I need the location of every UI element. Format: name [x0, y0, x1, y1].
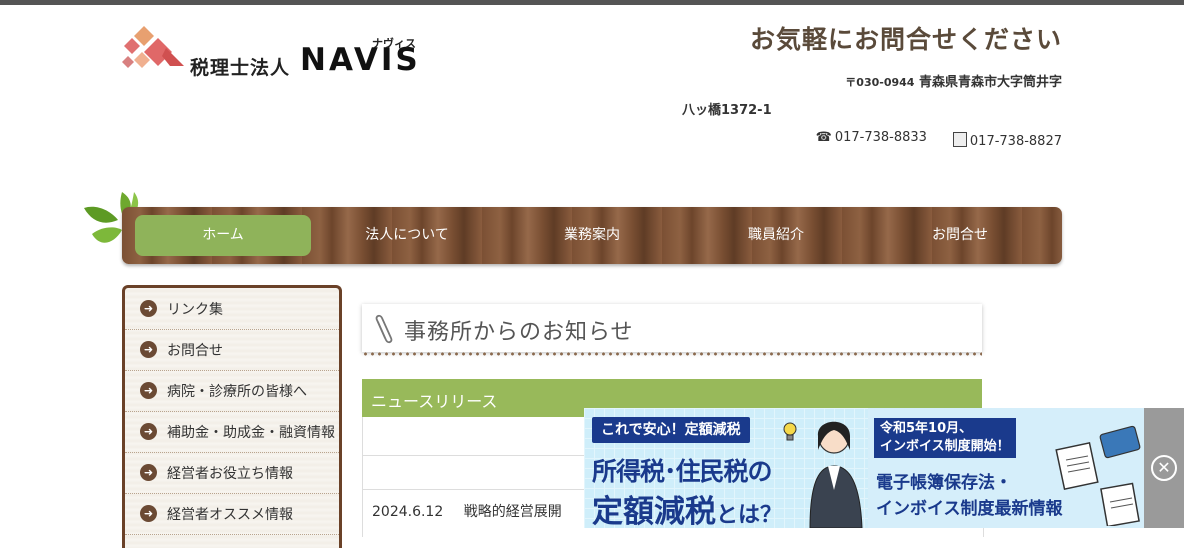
sidebar-item-label: 補助金・助成金・融資情報 — [167, 424, 335, 441]
fax-icon — [952, 132, 967, 147]
phone-icon: ☎ — [815, 130, 832, 145]
logo-firm-type: 税理士法人 — [190, 57, 291, 79]
sidebar-item-label: 経営者お役立ち情報 — [167, 465, 293, 482]
banner-headline-2: 定額減税とは？ — [592, 486, 782, 528]
notice-title: 事務所からのお知らせ — [404, 320, 634, 345]
nav-home[interactable]: ホーム — [135, 215, 311, 256]
main-nav: ホーム 法人について 業務案内 職員紹介 お問合せ — [122, 207, 1062, 264]
ad-banner[interactable]: これで安心！定額減税 所得税･住民税の 定額減税とは？ 令和5年10月、 インボ… — [584, 408, 1184, 528]
arrow-right-icon: ➜ — [140, 464, 157, 481]
nav-staff[interactable]: 職員紹介 — [688, 215, 864, 256]
tel-text: 017-738-8833 — [834, 130, 927, 145]
sidebar-item-subsidies[interactable]: ➜ 補助金・助成金・融資情報 — [125, 411, 339, 453]
arrow-right-icon: ➜ — [140, 300, 157, 317]
close-icon[interactable]: ✕ — [1151, 455, 1177, 481]
notice-heading-box: 事務所からのお知らせ — [362, 304, 982, 352]
banner-invoice-line-2: インボイス制度最新情報 — [876, 499, 1063, 519]
dotted-divider — [362, 352, 982, 356]
banner-invoice-line-1: 電子帳簿保存法・ — [876, 473, 1012, 493]
sidebar-item-contact[interactable]: ➜ お問合せ — [125, 329, 339, 371]
arrow-right-icon: ➜ — [140, 505, 157, 522]
news-title: ニュースリリース — [371, 392, 498, 411]
news-item[interactable]: 2024.6.12 戦略的経営展開 — [372, 501, 562, 521]
banner-invoice-tag-2: インボイス制度開始！ — [880, 439, 1010, 454]
sidebar-menu: ➜ リンク集 ➜ お問合せ ➜ 病院・診療所の皆様へ ➜ 補助金・助成金・融資情… — [122, 285, 342, 548]
news-date: 2024.6.12 — [372, 504, 444, 520]
logo-mark-icon — [122, 26, 184, 68]
banner-invoice-tag-1: 令和5年10月、 — [880, 421, 973, 436]
sidebar-item-label: お問合せ — [167, 342, 223, 359]
nav-services[interactable]: 業務案内 — [504, 215, 680, 256]
sidebar-item-label: 病院・診療所の皆様へ — [167, 383, 307, 400]
paperclip-icon — [375, 314, 393, 344]
sidebar-item-clinics[interactable]: ➜ 病院・診療所の皆様へ — [125, 370, 339, 412]
banner-headline-suffix: とは？ — [716, 503, 783, 528]
header-tagline: お気軽にお問合せください — [749, 25, 1062, 54]
banner-invoice-tag: 令和5年10月、 インボイス制度開始！ — [874, 418, 1016, 458]
fax-number: 017-738-8827 — [952, 130, 1062, 149]
address-line-2: 八ッ橋1372-1 — [682, 103, 772, 118]
address-text-1: 青森県青森市大字筒井字 — [918, 75, 1062, 90]
banner-headline-main: 定額減税 — [592, 494, 716, 528]
contact-numbers: ☎ 017-738-8833 017-738-8827 — [816, 130, 1062, 149]
nav-contact[interactable]: お問合せ — [872, 215, 1048, 256]
arrow-right-icon: ➜ — [140, 423, 157, 440]
news-text: 戦略的経営展開 — [463, 504, 562, 520]
banner-headline-1: 所得税･住民税の — [592, 457, 773, 486]
address-line-1: 〒030-0944 青森県青森市大字筒井字 — [845, 71, 1062, 90]
sidebar-item-recommended[interactable]: ➜ 経営者オススメ情報 — [125, 493, 339, 535]
sidebar-item-manager-info[interactable]: ➜ 経営者お役立ち情報 — [125, 452, 339, 494]
arrow-right-icon: ➜ — [140, 382, 157, 399]
lightbulb-icon — [783, 422, 797, 441]
zip-code: 〒030-0944 — [845, 76, 915, 89]
sidebar-item-label: リンク集 — [167, 301, 223, 318]
banner-tax-reduction[interactable]: これで安心！定額減税 所得税･住民税の 定額減税とは？ — [584, 408, 868, 528]
arrow-right-icon: ➜ — [140, 341, 157, 358]
documents-icon — [1055, 425, 1141, 526]
nav-about[interactable]: 法人について — [319, 215, 495, 256]
fax-text: 017-738-8827 — [969, 134, 1062, 149]
logo-kana: ナヴィス — [372, 37, 416, 50]
tel-number[interactable]: ☎ 017-738-8833 — [816, 130, 927, 149]
banner-tag: これで安心！定額減税 — [592, 417, 750, 443]
banner-close-area: ✕ — [1144, 408, 1184, 528]
sidebar-item-links[interactable]: ➜ リンク集 — [125, 288, 339, 330]
sidebar-item-label: 経営者オススメ情報 — [167, 506, 293, 523]
site-logo[interactable]: 税理士法人 NAVIS ナヴィス — [122, 24, 432, 84]
businesswoman-icon — [809, 421, 863, 528]
banner-invoice[interactable]: 令和5年10月、 インボイス制度開始！ 電子帳簿保存法・ インボイス制度最新情報 — [868, 408, 1144, 528]
top-border — [0, 0, 1184, 5]
